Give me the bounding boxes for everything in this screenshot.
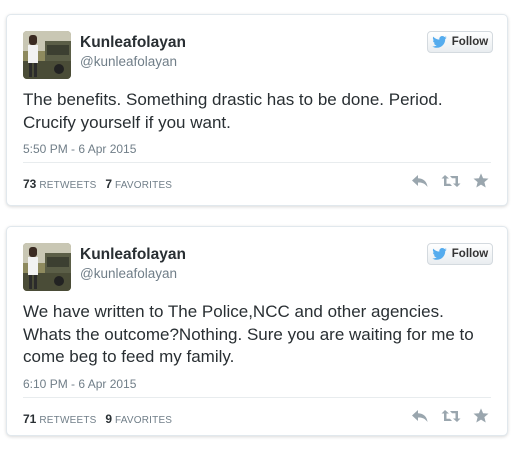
follow-button[interactable]: Follow [427,243,493,265]
retweet-icon[interactable] [441,174,461,188]
tweet-actions [411,408,489,423]
tweet-card: Kunleafolayan @kunleafolayan Follow The … [6,14,508,206]
reply-icon[interactable] [411,174,429,188]
tweet-timestamp[interactable]: 5:50 PM - 6 Apr 2015 [23,142,136,156]
follow-label: Follow [451,248,489,260]
tweet-timestamp[interactable]: 6:10 PM - 6 Apr 2015 [23,377,136,391]
favorite-count[interactable]: 9 [105,412,112,426]
favorite-count[interactable]: 7 [105,177,112,191]
twitter-bird-icon [432,36,447,48]
follow-label: Follow [451,36,489,48]
tweet-text: We have written to The Police,NCC and ot… [23,302,474,366]
favorites-label[interactable]: FAVORITES [115,415,172,426]
tweet-actions [411,173,489,188]
tweet-stats: 73 RETWEETS 7 FAVORITES [23,177,178,191]
user-handle[interactable]: @kunleafolayan [80,266,177,281]
retweets-label[interactable]: RETWEETS [39,415,96,426]
user-handle[interactable]: @kunleafolayan [80,54,177,69]
retweet-icon[interactable] [441,409,461,423]
tweet-text: The benefits. Something drastic has to b… [23,90,443,132]
avatar[interactable] [23,243,71,291]
divider [23,397,491,398]
follow-button[interactable]: Follow [427,31,493,53]
tweet-card: Kunleafolayan @kunleafolayan Follow We h… [6,226,508,436]
retweet-count[interactable]: 73 [23,177,36,191]
divider [23,162,491,163]
twitter-bird-icon [432,248,447,260]
tweet-stats: 71 RETWEETS 9 FAVORITES [23,412,178,426]
star-icon[interactable] [473,408,489,423]
display-name[interactable]: Kunleafolayan [80,34,186,52]
retweets-label[interactable]: RETWEETS [39,180,96,191]
reply-icon[interactable] [411,409,429,423]
retweet-count[interactable]: 71 [23,412,36,426]
display-name[interactable]: Kunleafolayan [80,246,186,264]
star-icon[interactable] [473,173,489,188]
avatar[interactable] [23,31,71,79]
favorites-label[interactable]: FAVORITES [115,180,172,191]
